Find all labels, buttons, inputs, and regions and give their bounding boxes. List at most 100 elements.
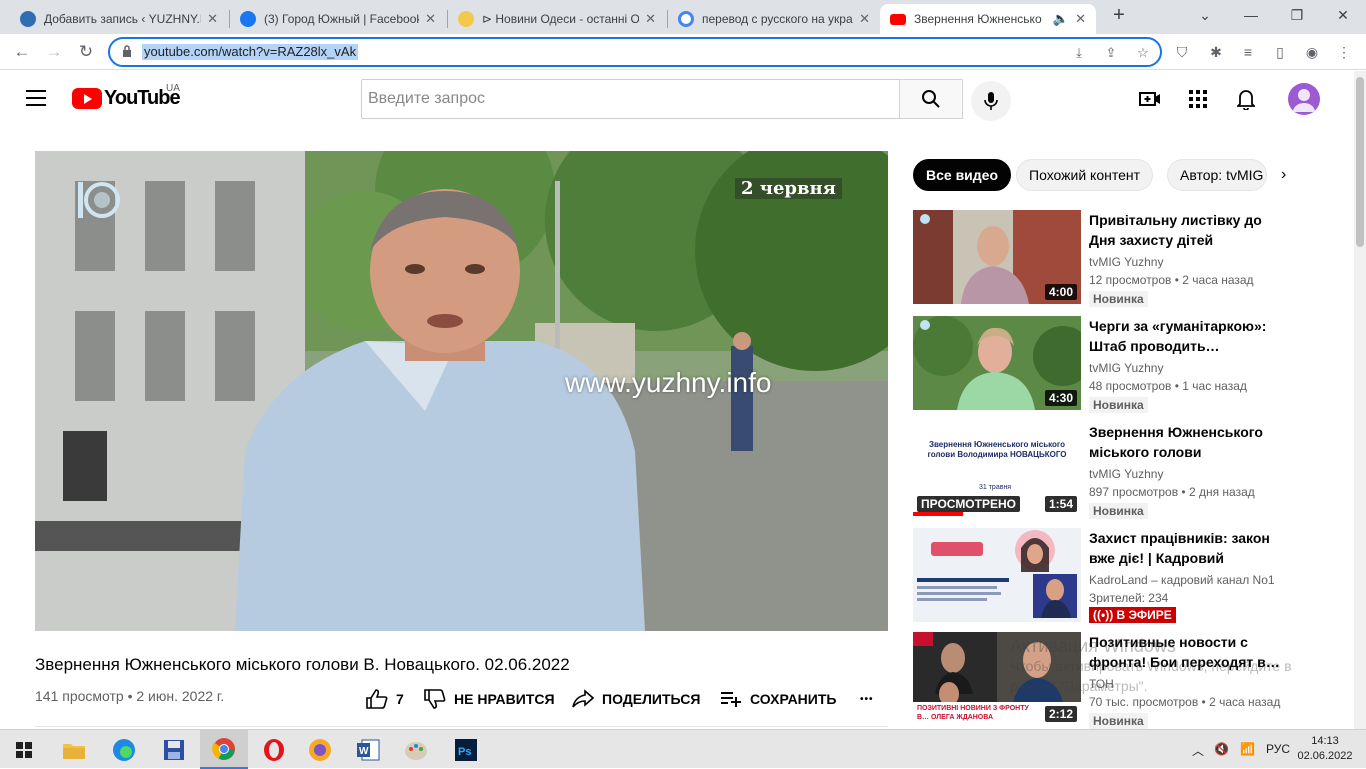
save-disk-app-icon[interactable] [150, 730, 198, 769]
save-label: СОХРАНИТЬ [750, 691, 837, 707]
search-button[interactable] [899, 79, 963, 119]
menu-icon[interactable] [26, 90, 46, 106]
rec-stats: 897 просмотров • 2 дня назад [1089, 485, 1255, 499]
recommended-video[interactable]: Захист працівників: закон вже діє! | Кад… [913, 528, 1313, 623]
maximize-button[interactable]: ❐ [1274, 0, 1320, 30]
video-thumbnail[interactable] [913, 528, 1081, 622]
close-tab-icon[interactable]: ✕ [859, 11, 870, 27]
windows-start-icon[interactable] [0, 730, 48, 769]
close-tab-icon[interactable]: ✕ [645, 11, 656, 27]
like-button[interactable]: 7 [366, 688, 404, 710]
rec-stats: 48 просмотров • 1 час назад [1089, 379, 1247, 393]
forward-icon[interactable]: → [40, 38, 68, 66]
chip-author[interactable]: Автор: tvMIG [1167, 159, 1267, 191]
thumbnail-caption: ПОЗИТИВНІ НОВИНИ З ФРОНТУ В… ОЛЕГА ЖДАНО… [917, 705, 1029, 721]
extension-shield-icon[interactable]: ⛉ [1172, 42, 1192, 62]
video-thumbnail[interactable]: Звернення Южненського міського голови Во… [913, 422, 1081, 516]
close-tab-icon[interactable]: ✕ [1075, 11, 1086, 27]
photoshop-app-icon[interactable]: Ps [442, 730, 490, 769]
share-button[interactable]: ПОДЕЛИТЬСЯ [572, 688, 700, 710]
close-window-button[interactable]: ✕ [1320, 0, 1366, 30]
word-app-icon[interactable]: W [344, 730, 392, 769]
browser-tab[interactable]: (3) Город Южный | Facebook ✕ [230, 4, 446, 34]
rec-channel[interactable]: tvMIG Yuzhny [1089, 361, 1163, 375]
new-tab-button[interactable]: + [1096, 0, 1142, 30]
side-panel-icon[interactable]: ▯ [1270, 42, 1290, 62]
news-favicon-icon [458, 11, 474, 27]
url-text[interactable]: youtube.com/watch?v=RAZ28lx_vAk [142, 44, 359, 60]
rec-title[interactable]: Звернення Южненського міського голови Во… [1089, 422, 1289, 462]
country-code: UA [166, 83, 180, 94]
profile-icon[interactable]: ◉ [1302, 42, 1322, 62]
system-clock[interactable]: 14:13 02.06.2022 [1290, 734, 1360, 764]
dislike-button[interactable]: НЕ НРАВИТСЯ [424, 688, 555, 710]
rec-title[interactable]: Привітальну листівку до Дня захисту діте… [1089, 210, 1289, 250]
chip-all-videos[interactable]: Все видео [913, 159, 1012, 191]
opera-browser-icon[interactable] [250, 730, 298, 769]
extensions-puzzle-icon[interactable]: ✱ [1206, 42, 1226, 62]
bookmark-star-icon[interactable]: ☆ [1134, 44, 1152, 62]
volume-muted-icon[interactable]: 🔇 [1214, 742, 1229, 756]
browser-tab[interactable]: Добавить запись ‹ YUZHNY.INFO ✕ [10, 4, 228, 34]
close-tab-icon[interactable]: ✕ [425, 11, 436, 27]
recommended-video[interactable]: 4:30 Черги за «гуманітаркою»: Штаб прово… [913, 316, 1313, 413]
youtube-play-icon [72, 88, 102, 109]
browser-tab-active[interactable]: Звернення Южненсько 🔈 ✕ [880, 4, 1096, 34]
chip-related[interactable]: Похожий контент [1016, 159, 1154, 191]
clock-time: 14:13 [1311, 735, 1339, 747]
speaker-icon[interactable]: 🔈 [1053, 11, 1069, 27]
voice-search-button[interactable] [971, 81, 1011, 121]
address-bar[interactable]: youtube.com/watch?v=RAZ28lx_vAk ⤓ ⇪ ☆ [108, 37, 1162, 67]
live-label: В ЭФИРЕ [1116, 608, 1172, 622]
reload-icon[interactable]: ↻ [72, 38, 100, 66]
rec-channel[interactable]: tvMIG Yuzhny [1089, 255, 1163, 269]
rec-channel[interactable]: tvMIG Yuzhny [1089, 467, 1163, 481]
edge-browser-icon[interactable] [100, 730, 148, 769]
rec-stats: 70 тыс. просмотров • 2 часа назад [1089, 695, 1281, 709]
chrome-browser-icon[interactable] [200, 730, 248, 769]
scrollbar-thumb[interactable] [1356, 77, 1364, 247]
save-button[interactable]: СОХРАНИТЬ [720, 688, 836, 710]
browser-menu-icon[interactable]: ⋮ [1334, 42, 1354, 62]
video-site-watermark: www.yuzhny.info [565, 367, 772, 398]
search-input[interactable]: Введите запрос [361, 79, 900, 119]
yandex-browser-icon[interactable] [296, 730, 344, 769]
video-thumbnail[interactable]: 4:30 [913, 316, 1081, 410]
lock-icon [123, 45, 131, 57]
chevron-right-icon[interactable]: › [1281, 166, 1301, 186]
more-actions-icon[interactable]: ••• [860, 688, 874, 710]
install-app-icon[interactable]: ⤓ [1070, 44, 1088, 62]
video-thumbnail[interactable]: 4:00 [913, 210, 1081, 304]
page-scrollbar[interactable] [1354, 71, 1366, 729]
tab-search-icon[interactable]: ⌄ [1182, 0, 1228, 30]
search-icon [922, 90, 940, 108]
browser-tab[interactable]: ⊳ Новини Одеси - останні О ✕ [448, 4, 666, 34]
share-icon[interactable]: ⇪ [1102, 44, 1120, 62]
paint-app-icon[interactable] [392, 730, 440, 769]
rec-stats: Зрителей: 234 [1089, 591, 1169, 605]
create-video-icon[interactable] [1138, 87, 1162, 111]
tray-chevron-up-icon[interactable]: ︿ [1192, 742, 1204, 759]
clock-date: 02.06.2022 [1297, 750, 1353, 762]
browser-tab[interactable]: перевод с русского на укра ✕ [668, 4, 880, 34]
notifications-bell-icon[interactable] [1234, 87, 1258, 111]
thumbnail-date: 31 травня [979, 484, 1012, 491]
file-explorer-icon[interactable] [50, 730, 98, 769]
recommended-video[interactable]: 4:00 Привітальну листівку до Дня захисту… [913, 210, 1313, 307]
avatar[interactable] [1288, 83, 1320, 115]
media-control-icon[interactable]: ≡ [1238, 42, 1258, 62]
input-language[interactable]: РУС [1266, 742, 1290, 756]
close-tab-icon[interactable]: ✕ [207, 11, 218, 27]
rec-channel[interactable]: KadroLand – кадровий канал No1 [1089, 573, 1275, 587]
recommended-video[interactable]: Звернення Южненського міського голови Во… [913, 422, 1313, 519]
video-date-overlay: 2 червня [735, 178, 842, 199]
network-icon[interactable]: 📶 [1240, 742, 1255, 756]
rec-title[interactable]: Черги за «гуманітаркою»: Штаб проводить… [1089, 316, 1289, 356]
apps-grid-icon[interactable] [1186, 87, 1210, 111]
back-icon[interactable]: ← [8, 38, 36, 66]
video-player[interactable]: 2 червня www.yuzhny.info [35, 151, 888, 631]
minimize-button[interactable]: — [1228, 0, 1274, 30]
youtube-logo[interactable]: YouTube UA [72, 83, 181, 110]
rec-title[interactable]: Захист працівників: закон вже діє! | Кад… [1089, 528, 1289, 568]
watermark-line: Активация Windows [1010, 636, 1176, 656]
